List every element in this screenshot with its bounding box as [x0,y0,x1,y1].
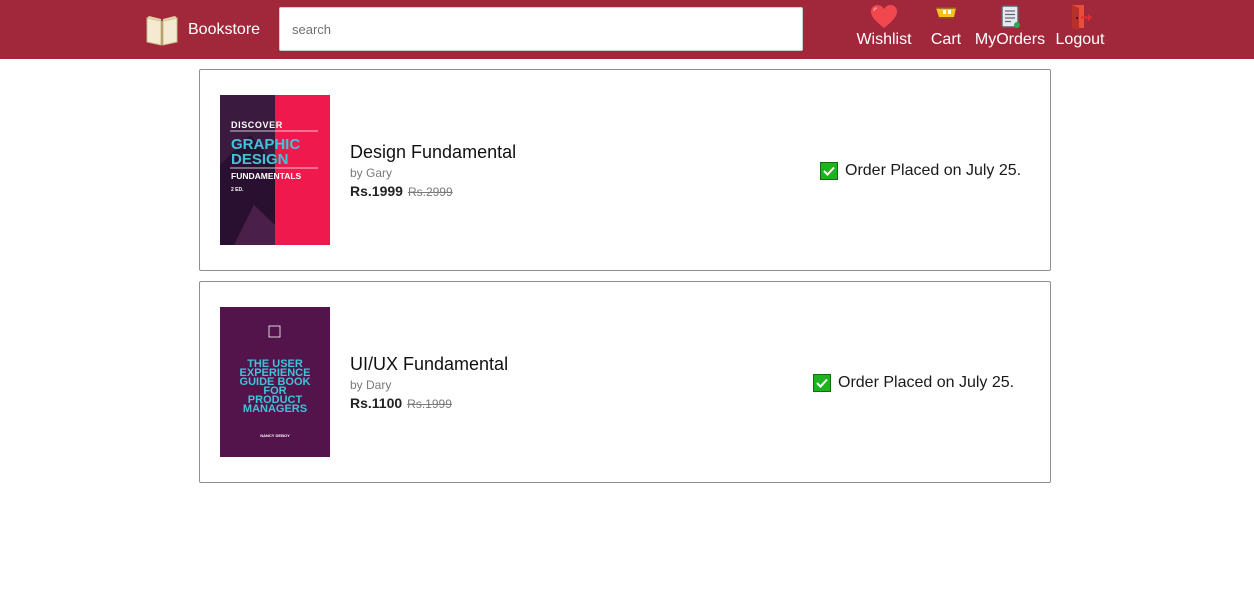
order-status: Order Placed on July 25. [820,162,1021,180]
cover-text: NANCY DEBOY [260,433,290,438]
cover-text: MANAGERS [243,403,307,415]
check-icon [820,162,838,180]
price-row: Rs.1100 Rs.1999 [350,395,508,411]
brand-name: Bookstore [188,21,261,38]
logout-icon [1072,5,1092,30]
book-icon [146,16,178,46]
nav-wishlist-label: Wishlist [856,31,912,48]
book-price: Rs.1100 [350,395,403,411]
heart-icon [871,5,897,28]
nav-myorders-label: MyOrders [974,31,1046,48]
book-author: by Gary [350,166,393,180]
book-cover-image[interactable]: DISCOVER GRAPHIC DESIGN FUNDAMENTALS 2 E… [220,95,330,245]
cart-icon [936,7,956,19]
cover-text: 2 ED. [231,187,244,193]
book-author: by Dary [350,378,392,392]
brand-logo-link[interactable]: Bookstore [144,11,260,49]
order-card: THE USER EXPERIENCE GUIDE BOOK FOR PRODU… [199,281,1051,483]
search-input[interactable] [279,7,803,51]
book-original-price: Rs.1999 [407,397,452,411]
order-status-text: Order Placed on July 25. [838,374,1015,391]
book-original-price: Rs.2999 [407,185,453,199]
nav-logout-label: Logout [1055,31,1105,48]
nav-cart[interactable]: Cart [929,4,963,54]
top-nav-bar: Bookstore Wishlist Cart MyOrders [0,0,1254,59]
book-title[interactable]: Design Fundamental [350,142,516,163]
cover-text: DESIGN [231,151,289,168]
book-price: Rs.1999 [350,183,403,199]
order-info: UI/UX Fundamental by Dary Rs.1100 Rs.199… [350,354,508,411]
price-row: Rs.1999 Rs.2999 [350,183,516,199]
order-card: DISCOVER GRAPHIC DESIGN FUNDAMENTALS 2 E… [199,69,1051,271]
nav-wishlist[interactable]: Wishlist [856,4,912,54]
nav-logout[interactable]: Logout [1055,4,1105,54]
check-icon [813,374,831,392]
book-cover-image[interactable]: THE USER EXPERIENCE GUIDE BOOK FOR PRODU… [220,307,330,457]
orders-icon [1001,5,1020,28]
nav-cart-label: Cart [930,31,962,48]
book-title[interactable]: UI/UX Fundamental [350,354,508,375]
order-status-text: Order Placed on July 25. [845,162,1022,179]
cover-text: FUNDAMENTALS [231,171,302,181]
order-info: Design Fundamental by Gary Rs.1999 Rs.29… [350,142,516,199]
order-status: Order Placed on July 25. [813,374,1014,392]
nav-myorders[interactable]: MyOrders [975,4,1045,54]
cover-text: DISCOVER [231,120,283,130]
